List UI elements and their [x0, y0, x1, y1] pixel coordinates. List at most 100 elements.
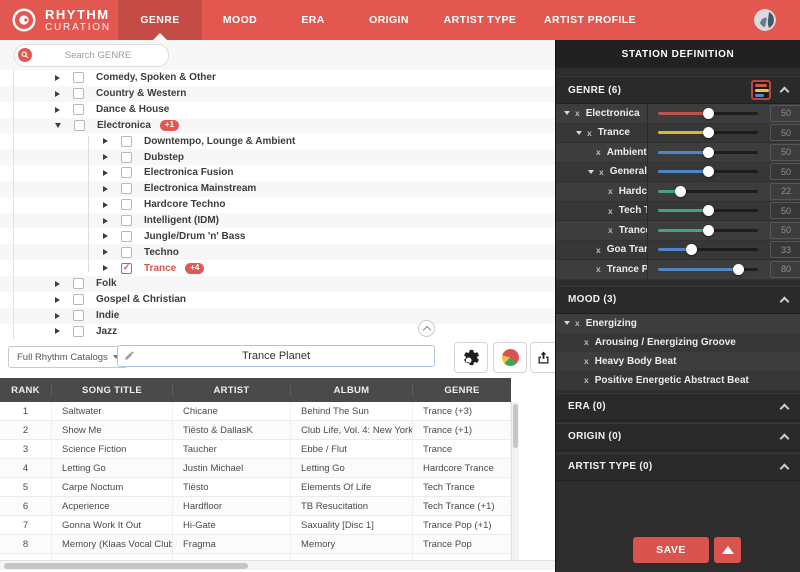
checkbox[interactable]: [121, 231, 132, 242]
chevron-right-icon[interactable]: [103, 138, 108, 144]
slider-knob[interactable]: [703, 205, 714, 216]
chevron-right-icon[interactable]: [103, 186, 108, 192]
remove-icon[interactable]: x: [599, 167, 604, 177]
slider-track[interactable]: [658, 268, 758, 271]
table-row[interactable]: 2Show MeTiësto & DallasKClub Life, Vol. …: [0, 421, 511, 440]
chevron-right-icon[interactable]: [103, 170, 108, 176]
chevron-right-icon[interactable]: [55, 91, 60, 97]
save-button[interactable]: SAVE: [633, 537, 709, 563]
checkbox[interactable]: [73, 88, 84, 99]
checkbox[interactable]: [73, 278, 84, 289]
remove-icon[interactable]: x: [584, 356, 589, 366]
checkbox[interactable]: [73, 294, 84, 305]
table-row[interactable]: 1SaltwaterChicaneBehind The SunTrance (+…: [0, 402, 511, 421]
checkbox[interactable]: [121, 167, 132, 178]
checkbox[interactable]: [121, 247, 132, 258]
tree-row-intelligent-idm[interactable]: Intelligent (IDM): [0, 213, 555, 229]
user-avatar[interactable]: [754, 9, 776, 31]
checkbox[interactable]: [121, 183, 132, 194]
tree-row-country-western[interactable]: Country & Western: [0, 86, 555, 102]
remove-icon[interactable]: x: [596, 264, 601, 274]
table-row[interactable]: 4Letting GoJustin MichaelLetting GoHardc…: [0, 459, 511, 478]
checkbox[interactable]: [121, 136, 132, 147]
section-header-mood-3[interactable]: MOOD (3): [556, 286, 800, 314]
tag-row-heavy-body-beat[interactable]: xHeavy Body Beat: [556, 352, 800, 371]
tree-row-trance[interactable]: ✓Trance+4: [0, 260, 555, 276]
tab-artist-profile[interactable]: ARTIST PROFILE: [530, 0, 650, 40]
tab-origin[interactable]: ORIGIN: [348, 0, 430, 40]
slider-knob[interactable]: [703, 108, 714, 119]
table-row[interactable]: 8Memory (Klaas Vocal Club MixFragmaMemor…: [0, 535, 511, 554]
section-header-artist-type-0[interactable]: ARTIST TYPE (0): [556, 453, 800, 481]
tree-row-electronica[interactable]: Electronica+1: [0, 118, 555, 134]
tree-row-comedy-spoken-other[interactable]: Comedy, Spoken & Other: [0, 70, 555, 86]
slider-knob[interactable]: [703, 127, 714, 138]
remove-icon[interactable]: x: [575, 318, 580, 328]
tree-row-indie[interactable]: Indie: [0, 308, 555, 324]
chevron-right-icon[interactable]: [55, 328, 60, 334]
tab-mood[interactable]: MOOD: [202, 0, 278, 40]
remove-icon[interactable]: x: [584, 337, 589, 347]
chevron-right-icon[interactable]: [103, 154, 108, 160]
tree-row-techno[interactable]: Techno: [0, 244, 555, 260]
slider-knob[interactable]: [703, 225, 714, 236]
chevron-right-icon[interactable]: [55, 75, 60, 81]
remove-icon[interactable]: x: [608, 206, 613, 216]
tree-row-electronica-mainstream[interactable]: Electronica Mainstream: [0, 181, 555, 197]
slider-knob[interactable]: [703, 147, 714, 158]
settings-button[interactable]: [454, 342, 488, 373]
tab-genre[interactable]: GENRE: [118, 0, 202, 40]
remove-icon[interactable]: x: [587, 128, 592, 138]
checkbox[interactable]: [73, 72, 84, 83]
slider-row-tech-trance[interactable]: xTech Trance50: [556, 202, 800, 222]
chevron-right-icon[interactable]: [103, 202, 108, 208]
section-header-genre-6[interactable]: GENRE (6): [556, 76, 800, 104]
column-header-album[interactable]: ALBUM: [291, 385, 413, 396]
table-row[interactable]: 5Carpe NoctumTiëstoElements Of LifeTech …: [0, 478, 511, 497]
column-header-genre[interactable]: GENRE: [413, 385, 511, 396]
checkbox[interactable]: [121, 199, 132, 210]
vertical-scroll-thumb[interactable]: [513, 404, 518, 448]
slider-track[interactable]: [658, 151, 758, 154]
tag-row-arousing-energizing-groove[interactable]: xArousing / Energizing Groove: [556, 333, 800, 352]
chevron-down-icon[interactable]: [576, 131, 582, 135]
chevron-down-icon[interactable]: [564, 111, 570, 115]
tree-row-dubstep[interactable]: Dubstep: [0, 149, 555, 165]
slider-value[interactable]: 50: [770, 222, 800, 239]
checkbox[interactable]: [74, 120, 85, 131]
slider-track[interactable]: [658, 112, 758, 115]
remove-icon[interactable]: x: [596, 245, 601, 255]
slider-track[interactable]: [658, 131, 758, 134]
slider-value[interactable]: 50: [770, 202, 800, 219]
slider-track[interactable]: [658, 190, 758, 193]
chevron-right-icon[interactable]: [55, 281, 60, 287]
remove-icon[interactable]: x: [596, 147, 601, 157]
color-wheel-button[interactable]: [493, 342, 527, 373]
slider-row-hardcore-trance[interactable]: xHardcore Trance22: [556, 182, 800, 202]
slider-value[interactable]: 33: [770, 241, 800, 258]
remove-icon[interactable]: x: [608, 225, 613, 235]
slider-value[interactable]: 50: [770, 105, 800, 122]
checkbox[interactable]: [73, 104, 84, 115]
slider-row-electronica[interactable]: xElectronica50: [556, 104, 800, 124]
chevron-down-icon[interactable]: [564, 321, 570, 325]
slider-value[interactable]: 50: [770, 124, 800, 141]
tree-row-folk[interactable]: Folk: [0, 276, 555, 292]
slider-knob[interactable]: [703, 166, 714, 177]
table-row[interactable]: 7Gonna Work It OutHi-GateSaxuality [Disc…: [0, 516, 511, 535]
slider-knob[interactable]: [733, 264, 744, 275]
remove-icon[interactable]: x: [584, 375, 589, 385]
slider-row-trance-pop[interactable]: xTrance Pop80: [556, 260, 800, 280]
table-horizontal-scrollbar[interactable]: [0, 560, 555, 570]
tag-row-energizing[interactable]: xEnergizing: [556, 314, 800, 333]
slider-value[interactable]: 50: [770, 144, 800, 161]
tree-row-dance-house[interactable]: Dance & House: [0, 102, 555, 118]
collapse-panel-button[interactable]: [714, 537, 741, 563]
tab-era[interactable]: ERA: [278, 0, 348, 40]
chevron-right-icon[interactable]: [55, 297, 60, 303]
tree-row-gospel-christian[interactable]: Gospel & Christian: [0, 292, 555, 308]
chevron-down-icon[interactable]: [55, 123, 61, 128]
remove-icon[interactable]: x: [575, 108, 580, 118]
chevron-up-icon[interactable]: [780, 403, 790, 413]
slider-value[interactable]: 50: [770, 163, 800, 180]
